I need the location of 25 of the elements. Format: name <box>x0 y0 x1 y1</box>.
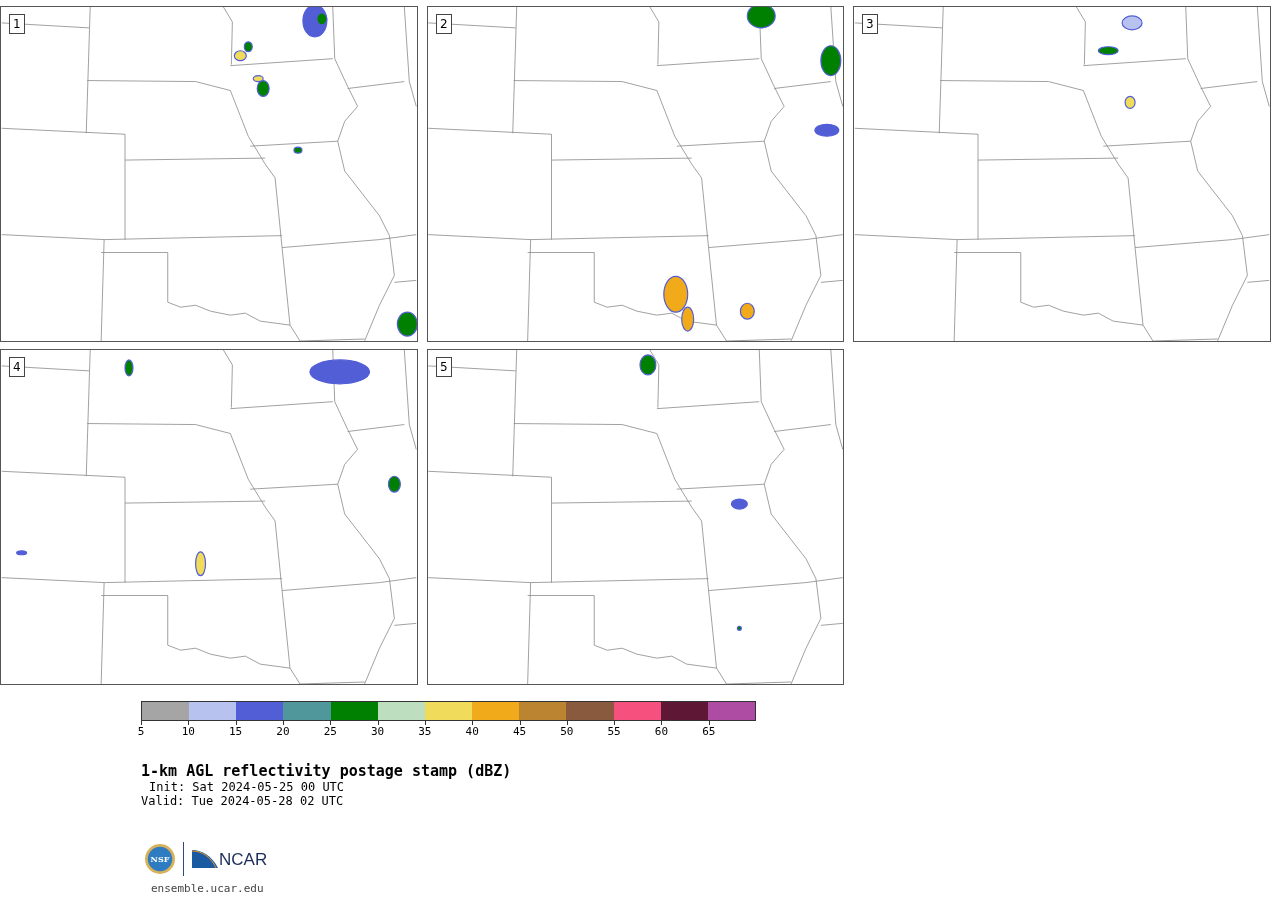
tick-label: 15 <box>229 726 243 738</box>
tick-label: 30 <box>370 726 385 738</box>
swoosh-icon <box>192 850 218 868</box>
website-link[interactable]: ensemble.ucar.edu <box>151 882 1280 895</box>
panel-number: 1 <box>9 14 25 34</box>
tick-label: 55 <box>607 726 621 738</box>
tick-label: 35 <box>418 726 432 738</box>
init-time: Init: Sat 2024-05-25 00 UTC <box>148 780 346 794</box>
tick-label: 25 <box>323 726 337 738</box>
panel-number: 5 <box>436 357 452 377</box>
tick-label: 50 <box>560 726 574 738</box>
panel-number: 4 <box>9 357 25 377</box>
nsf-logo: NSF <box>145 844 175 874</box>
panel-number: 3 <box>862 14 878 34</box>
panel-number: 2 <box>436 14 452 34</box>
valid-time: Valid: Tue 2024-05-28 02 UTC <box>141 794 345 808</box>
tick-label: 20 <box>276 726 290 738</box>
tick-label: 60 <box>654 726 669 738</box>
tick-label: 40 <box>465 726 479 738</box>
ncar-logo-text: NCAR <box>219 851 268 868</box>
tick-label: 65 <box>702 726 716 738</box>
chart-title: 1-km AGL reflectivity postage stamp (dBZ) <box>141 762 513 780</box>
tick-label: 10 <box>181 726 195 738</box>
tick-label: 45 <box>512 726 527 738</box>
tick-label: 5 <box>137 726 145 738</box>
